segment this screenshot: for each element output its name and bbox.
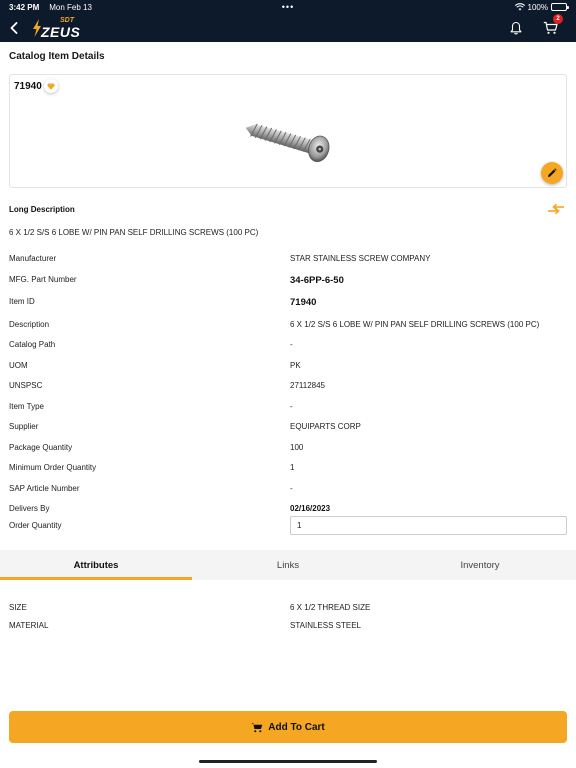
cart-count-badge: 2 <box>553 14 563 24</box>
nav-bar: ZEUS SDT 2 <box>0 14 576 42</box>
detail-label: Supplier <box>9 422 39 431</box>
status-time: 3:42 PM <box>9 2 40 12</box>
tab-attributes[interactable]: Attributes <box>0 550 192 580</box>
detail-value: - <box>290 402 293 411</box>
detail-value: 34-6PP-6-50 <box>290 275 344 286</box>
item-number: 71940 <box>14 81 42 92</box>
tab-bar: Attributes Links Inventory <box>0 550 576 580</box>
battery-icon <box>551 3 569 11</box>
logo-text: ZEUS <box>41 24 81 40</box>
order-quantity-input[interactable]: 1 <box>290 516 567 535</box>
attribute-value: STAINLESS STEEL <box>290 621 361 630</box>
status-date: Mon Feb 13 <box>49 2 92 12</box>
page-title: Catalog Item Details <box>9 51 105 62</box>
detail-value: 02/16/2023 <box>290 504 331 513</box>
attribute-value: 6 X 1/2 THREAD SIZE <box>290 603 371 612</box>
long-description-label: Long Description <box>9 205 75 214</box>
detail-label: Package Quantity <box>9 443 73 452</box>
detail-value: PK <box>290 361 301 370</box>
back-button[interactable] <box>2 14 26 42</box>
tab-links[interactable]: Links <box>192 550 384 580</box>
detail-label: Delivers By <box>9 504 50 513</box>
long-description-text: 6 X 1/2 S/S 6 LOBE W/ PIN PAN SELF DRILL… <box>9 228 259 237</box>
detail-label: MFG. Part Number <box>9 275 77 284</box>
order-quantity-value: 1 <box>297 521 302 530</box>
detail-value: 1 <box>290 463 295 472</box>
detail-label: Description <box>9 320 50 329</box>
detail-value: 71940 <box>290 297 317 308</box>
product-screw-image <box>245 123 330 163</box>
attribute-label: MATERIAL <box>9 621 49 630</box>
favorite-button[interactable] <box>44 79 58 93</box>
detail-value: 6 X 1/2 S/S 6 LOBE W/ PIN PAN SELF DRILL… <box>290 320 540 329</box>
detail-label: Item ID <box>9 297 35 306</box>
detail-value: 100 <box>290 443 304 452</box>
detail-value: EQUIPARTS CORP <box>290 422 361 431</box>
detail-value: STAR STAINLESS SCREW COMPANY <box>290 254 431 263</box>
multitasking-dots-icon[interactable]: ••• <box>282 2 294 12</box>
notifications-button[interactable] <box>508 20 524 36</box>
detail-label: Item Type <box>9 402 44 411</box>
detail-label: UNSPSC <box>9 381 43 390</box>
cart-button[interactable]: 2 <box>542 14 563 36</box>
zeus-logo: ZEUS SDT <box>32 16 80 40</box>
wifi-icon <box>514 3 525 11</box>
detail-value: 27112845 <box>290 381 325 390</box>
status-bar: 3:42 PM Mon Feb 13 ••• 100% <box>0 0 576 14</box>
detail-label: UOM <box>9 361 28 370</box>
battery-percent: 100% <box>527 2 548 12</box>
home-indicator[interactable] <box>199 760 377 763</box>
detail-label: SAP Article Number <box>9 484 80 493</box>
attribute-label: SIZE <box>9 603 27 612</box>
chevron-left-icon <box>10 22 18 34</box>
tab-inventory[interactable]: Inventory <box>384 550 576 580</box>
detail-label: Manufacturer <box>9 254 57 263</box>
detail-value: - <box>290 340 293 349</box>
pencil-icon <box>548 168 557 177</box>
add-to-cart-label: Add To Cart <box>268 721 325 733</box>
bell-icon <box>510 21 522 35</box>
edit-button[interactable] <box>541 162 563 184</box>
detail-value: - <box>290 484 293 493</box>
detail-label: Minimum Order Quantity <box>9 463 97 472</box>
logo-sup: SDT <box>60 17 74 24</box>
heart-icon <box>47 82 55 90</box>
detail-label: Catalog Path <box>9 340 56 349</box>
item-image-card: 71940 <box>9 74 567 188</box>
cart-icon <box>251 722 263 732</box>
order-quantity-label: Order Quantity <box>9 521 62 530</box>
add-to-cart-button[interactable]: Add To Cart <box>9 711 567 743</box>
swap-arrows-icon[interactable] <box>547 202 565 216</box>
